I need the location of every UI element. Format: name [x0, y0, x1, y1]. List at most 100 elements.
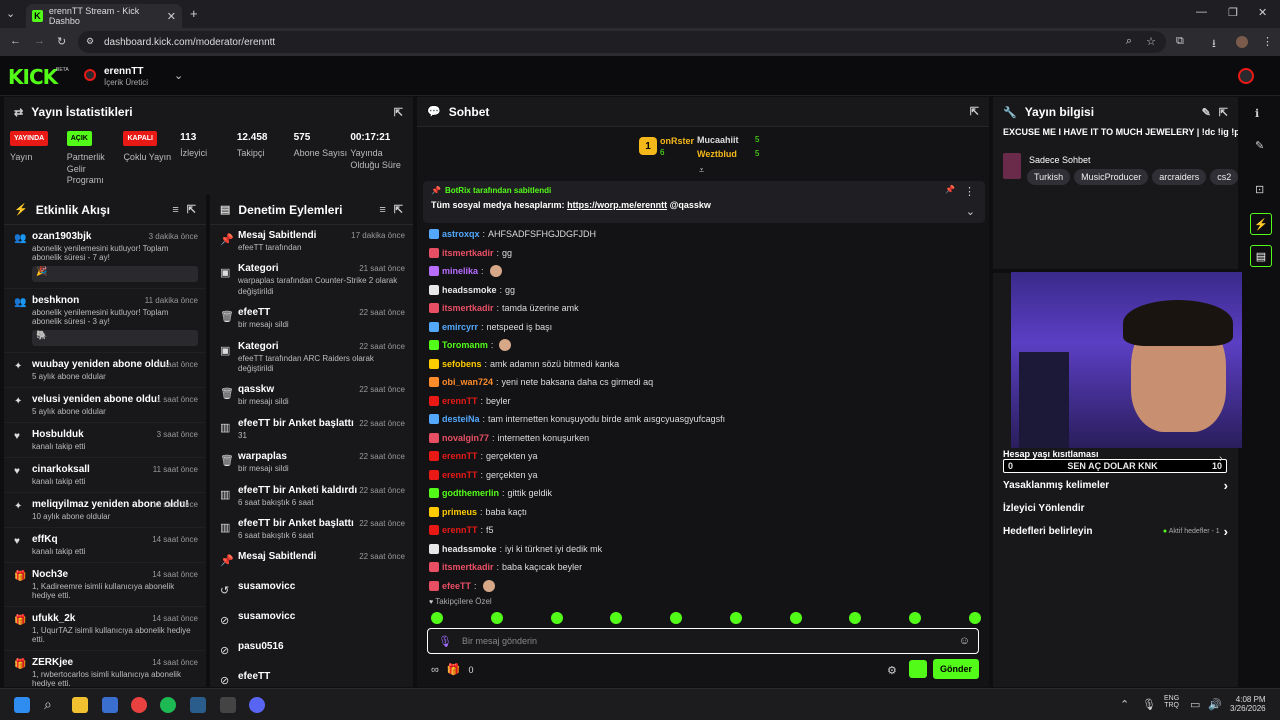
discord-icon[interactable]	[249, 697, 265, 713]
tab-search-icon[interactable]: ⌄	[6, 7, 15, 20]
chat-username[interactable]: efeeTT	[442, 581, 471, 591]
file-explorer-icon[interactable]	[72, 697, 88, 713]
chat-username[interactable]: erennTT	[442, 396, 478, 406]
chat-username[interactable]: headssmoke	[442, 544, 497, 554]
goals-row[interactable]: Hedefleri belirleyin ● Aktif hedefler - 1…	[993, 519, 1238, 543]
chat-input[interactable]: 🎙 Bir mesaj gönderin ☺	[427, 628, 979, 654]
quick-emote-icon[interactable]	[431, 612, 443, 624]
quick-emote-icon[interactable]	[968, 612, 981, 624]
store-icon[interactable]	[102, 697, 118, 713]
user-avatar[interactable]	[84, 69, 96, 81]
chevron-right-icon[interactable]: ›	[1219, 453, 1223, 465]
popout-icon[interactable]: ⇱	[187, 203, 196, 216]
download-icon[interactable]: ⭳	[1212, 35, 1216, 54]
unpin-icon[interactable]: 📌	[945, 185, 955, 194]
stream-tag[interactable]: cs2	[1210, 169, 1238, 185]
tray-chevron-icon[interactable]: ⌃	[1120, 698, 1129, 711]
chat-username[interactable]: primeus	[442, 507, 477, 517]
back-icon[interactable]: ←	[10, 35, 21, 47]
chat-username[interactable]: itsmertkadir	[442, 562, 494, 572]
chat-username[interactable]: Toromanm	[442, 340, 488, 350]
document-tool-icon[interactable]: ▤	[1250, 245, 1272, 267]
stream-tag[interactable]: MusicProducer	[1074, 169, 1149, 185]
chat-username[interactable]: itsmertkadir	[442, 248, 494, 258]
chat-username[interactable]: obi_wan724	[442, 377, 493, 387]
popout-icon[interactable]: ⇱	[970, 105, 979, 118]
lightning-tool-icon[interactable]: ⚡	[1250, 213, 1272, 235]
spotify-icon[interactable]	[160, 697, 176, 713]
stream-tag[interactable]: arcraiders	[1152, 169, 1207, 185]
chat-username[interactable]: minelika	[442, 266, 478, 276]
mic-tray-icon[interactable]: 🎙	[1142, 698, 1156, 711]
forward-icon[interactable]: →	[34, 35, 45, 47]
quick-emote-icon[interactable]	[670, 612, 683, 624]
chat-username[interactable]: desteiNa	[442, 414, 480, 424]
quick-emote-icon[interactable]	[909, 612, 922, 624]
edit-pencil-icon[interactable]: ✎	[1202, 106, 1211, 119]
filter-icon[interactable]: ≡	[379, 204, 385, 216]
chat-username[interactable]: erennTT	[442, 525, 478, 535]
browser-menu-icon[interactable]: ⋮	[1262, 35, 1273, 48]
close-window-icon[interactable]: ✕	[1258, 6, 1267, 19]
kick-logo[interactable]: KICK	[8, 65, 58, 89]
close-tab-icon[interactable]: ✕	[167, 10, 176, 23]
app-icon[interactable]	[220, 697, 236, 713]
channel-switch-chevron-icon[interactable]: ⌄	[174, 69, 183, 82]
zoom-icon[interactable]: ⌕	[1126, 35, 1132, 48]
reload-icon[interactable]: ↻	[57, 35, 66, 48]
volume-icon[interactable]: 🔊	[1208, 698, 1222, 711]
mic-icon[interactable]: 🎙	[438, 635, 452, 648]
popout-icon[interactable]: ⇱	[394, 106, 403, 119]
popout-icon[interactable]: ⇱	[1219, 106, 1228, 119]
maximize-icon[interactable]: ❐	[1228, 6, 1238, 19]
focus-icon[interactable]: ⊡	[1255, 183, 1264, 196]
chat-username[interactable]: godthemerlin	[442, 488, 499, 498]
emoji-icon[interactable]: ☺	[959, 635, 970, 647]
url-field[interactable]: ⚙ dashboard.kick.com/moderator/erenntt ⌕…	[78, 31, 1166, 53]
infinity-icon[interactable]: ∞	[431, 664, 439, 676]
kick-bot-icon[interactable]	[909, 660, 927, 678]
bookmark-star-icon[interactable]: ☆	[1146, 35, 1156, 48]
windows-start-icon[interactable]	[14, 697, 30, 713]
pinned-menu-icon[interactable]: ⋮	[964, 185, 975, 198]
send-button[interactable]: Gönder	[933, 659, 979, 679]
clock[interactable]: 4:08 PM 3/26/2026	[1230, 695, 1266, 713]
chat-username[interactable]: astroxqx	[442, 229, 480, 239]
site-info-icon[interactable]: ⚙	[86, 36, 94, 47]
network-icon[interactable]: ▭	[1190, 698, 1200, 711]
steam-icon[interactable]	[190, 697, 206, 713]
new-tab-icon[interactable]: +	[190, 6, 198, 21]
quick-emote-icon[interactable]	[849, 612, 862, 624]
chat-username[interactable]: erennTT	[442, 470, 478, 480]
banned-words-row[interactable]: Yasaklanmış kelimeler ›	[993, 473, 1238, 497]
quick-emote-icon[interactable]	[550, 612, 563, 624]
profile-avatar[interactable]	[1236, 36, 1248, 48]
info-icon[interactable]: ℹ	[1255, 107, 1259, 120]
chrome-icon[interactable]	[131, 697, 147, 713]
search-icon[interactable]: ⌕	[44, 696, 52, 713]
chat-username[interactable]: headssmoke	[442, 285, 497, 295]
extensions-icon[interactable]: ⧉	[1176, 35, 1184, 48]
quick-emote-icon[interactable]	[789, 612, 802, 624]
stream-tag[interactable]: Turkish	[1027, 169, 1071, 185]
quick-emote-icon[interactable]	[610, 612, 623, 624]
gift-icon[interactable]: 🎁	[447, 663, 461, 676]
minimize-icon[interactable]: —	[1196, 6, 1207, 18]
chat-username[interactable]: sefobens	[442, 359, 482, 369]
raid-row[interactable]: İzleyici Yönlendir	[993, 496, 1095, 520]
pinned-collapse-icon[interactable]: ⌄	[966, 205, 975, 218]
filter-icon[interactable]: ≡	[172, 204, 178, 216]
chat-settings-icon[interactable]: ⚙	[887, 664, 897, 677]
browser-tab[interactable]: K erennTT Stream - Kick Dashbo ✕	[26, 4, 182, 28]
account-avatar[interactable]	[1238, 68, 1254, 84]
expand-leaderboard-icon[interactable]: ⩡	[699, 165, 704, 176]
popout-icon[interactable]: ⇱	[394, 203, 403, 216]
chat-username[interactable]: itsmertkadir	[442, 303, 494, 313]
pinned-link[interactable]: https://worp.me/erenntt	[567, 200, 667, 210]
quick-emote-icon[interactable]	[729, 612, 742, 624]
pencil-icon[interactable]: ✎	[1255, 139, 1264, 152]
chat-username[interactable]: emircyrr	[442, 322, 478, 332]
quick-emote-icon[interactable]	[490, 612, 503, 624]
chat-username[interactable]: erennTT	[442, 451, 478, 461]
language-indicator[interactable]: ENG TRQ	[1164, 695, 1179, 709]
